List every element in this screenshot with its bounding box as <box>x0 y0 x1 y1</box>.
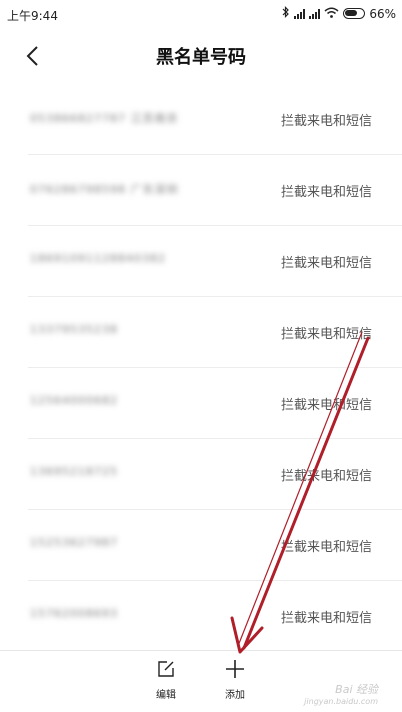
plus-icon <box>225 660 245 683</box>
blocked-number: 12564000682 <box>30 394 118 407</box>
add-button[interactable]: 添加 <box>215 659 255 701</box>
block-status: 拦截来电和短信 <box>280 114 372 129</box>
block-status: 拦截来电和短信 <box>280 611 372 626</box>
blocked-number: 053866827787 江苏南京 <box>30 112 179 125</box>
list-item[interactable]: 076286798598 广东深圳 拦截来电和短信 <box>0 155 402 226</box>
blocked-number: 076286798598 广东深圳 <box>30 183 179 196</box>
watermark: Bai 经验 jingyan.baidu.com <box>304 684 378 708</box>
blacklist-list: 053866827787 江苏南京 拦截来电和短信 076286798598 广… <box>0 84 402 652</box>
blocked-number: 18691091128840382 <box>30 252 166 265</box>
blocked-number: 13695218725 <box>30 465 118 478</box>
blocked-number: 15762008693 <box>30 607 118 620</box>
list-item[interactable]: 13695218725 拦截来电和短信 <box>0 439 402 510</box>
bluetooth-icon <box>282 6 290 21</box>
edit-icon <box>156 661 176 683</box>
edit-label: 编辑 <box>156 690 176 701</box>
status-bar: 上午9:44 66% <box>0 0 402 28</box>
bottom-toolbar: 编辑 添加 Bai 经验 jingyan.baidu.com <box>0 650 402 712</box>
status-time: 上午9:44 <box>7 9 58 23</box>
list-item[interactable]: 15762008693 拦截来电和短信 <box>0 581 402 652</box>
list-item[interactable]: 12564000682 拦截来电和短信 <box>0 368 402 439</box>
wifi-icon <box>324 7 339 21</box>
page-title: 黑名单号码 <box>156 47 246 68</box>
block-status: 拦截来电和短信 <box>280 185 372 200</box>
signal-icon-1 <box>294 8 306 19</box>
list-item[interactable]: 13379535238 拦截来电和短信 <box>0 297 402 368</box>
status-icons: 66% <box>282 6 396 21</box>
block-status: 拦截来电和短信 <box>280 256 372 271</box>
edit-button[interactable]: 编辑 <box>146 659 186 701</box>
blocked-number: 15253627987 <box>30 536 118 549</box>
battery-icon <box>343 8 366 19</box>
add-label: 添加 <box>225 690 245 701</box>
list-item[interactable]: 15253627987 拦截来电和短信 <box>0 510 402 581</box>
list-item[interactable]: 18691091128840382 拦截来电和短信 <box>0 226 402 297</box>
blocked-number: 13379535238 <box>30 323 118 336</box>
block-status: 拦截来电和短信 <box>280 398 372 413</box>
watermark-url: jingyan.baidu.com <box>304 697 378 706</box>
signal-icon-2 <box>309 8 321 19</box>
block-status: 拦截来电和短信 <box>280 540 372 555</box>
title-bar: 黑名单号码 <box>0 28 402 84</box>
list-item[interactable]: 053866827787 江苏南京 拦截来电和短信 <box>0 84 402 155</box>
block-status: 拦截来电和短信 <box>280 327 372 342</box>
block-status: 拦截来电和短信 <box>280 469 372 484</box>
watermark-site: Bai 经验 <box>335 683 378 696</box>
battery-percent: 66% <box>369 6 396 21</box>
